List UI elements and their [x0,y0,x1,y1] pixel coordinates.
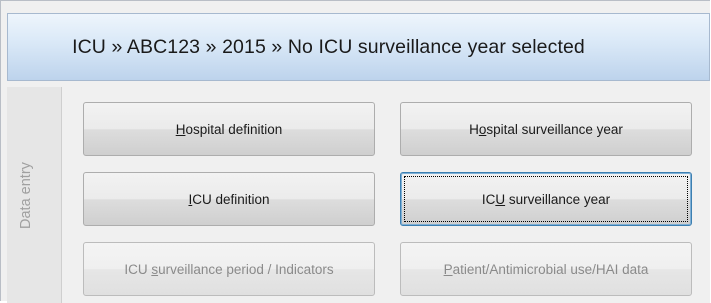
icu-definition-button[interactable]: I CU definition [83,172,375,226]
button-label-part: ospital definition [185,121,283,137]
button-label-part: CU definition [192,191,270,207]
side-tab-label: Data entry [18,162,34,229]
button-label-part: ICU [124,261,152,277]
focus-ring [404,176,688,222]
button-accelerator-key: H [175,121,186,137]
button-accelerator-key: s [151,261,159,277]
icu-surveillance-year-button[interactable]: IC U surveillance year [400,172,692,226]
button-label-part: spital surveillance year [486,121,623,137]
hospital-definition-button[interactable]: Hospital definition [83,102,375,156]
data-entry-panel: Hospital definition Ho spital surveillanc… [62,87,710,303]
hospital-surveillance-year-button[interactable]: Ho spital surveillance year [400,102,692,156]
button-accelerator-key: o [478,121,487,137]
button-label-part: atient/Antimicrobial use/HAI data [452,261,649,277]
button-label-part: H [469,121,479,137]
context-breadcrumb: ICU » ABC123 » 2015 » No ICU surveillanc… [72,35,585,58]
context-header: ICU » ABC123 » 2015 » No ICU surveillanc… [7,13,710,81]
main-window: ICU » ABC123 » 2015 » No ICU surveillanc… [0,0,710,303]
button-accelerator-key: P [443,261,453,277]
data-entry-side-tab[interactable] [7,87,62,303]
patient-antimicrobial-hai-data-button[interactable]: Patient/Antimicrobial use/HAI data [400,242,692,296]
icu-surveillance-period-button[interactable]: ICU s urveillance period / Indicators [83,242,375,296]
button-label-part: urveillance period / Indicators [158,261,334,277]
